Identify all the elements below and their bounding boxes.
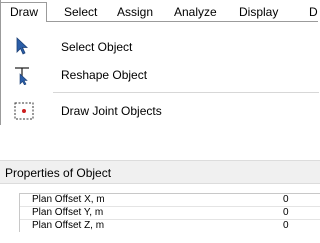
draw-dropdown-menu: Select Object Reshape Object Draw Joint … (0, 21, 319, 125)
property-value[interactable]: 0 (283, 220, 289, 232)
menu-assign[interactable]: Assign (117, 5, 153, 20)
properties-header: Properties of Object (0, 160, 320, 184)
properties-title: Properties of Object (5, 166, 112, 180)
property-value[interactable]: 0 (283, 207, 289, 219)
reshape-pointer-icon (13, 65, 35, 86)
properties-panel: Properties of Object Plan Offset X, m 0 … (0, 160, 320, 243)
property-name: Plan Offset X, m (32, 194, 105, 205)
property-row[interactable]: Plan Offset Y, m 0 (20, 206, 320, 219)
menu-display[interactable]: Display (239, 5, 278, 20)
menu-item-select-object[interactable]: Select Object (1, 34, 319, 60)
menu-item-label: Draw Joint Objects (61, 104, 162, 118)
menu-bar: Draw Select Assign Analyze Display D (0, 2, 320, 22)
property-row[interactable]: Plan Offset Z, m 0 (20, 219, 320, 232)
pointer-arrow-icon (13, 37, 35, 57)
property-name: Plan Offset Z, m (32, 220, 105, 231)
menu-item-reshape-object[interactable]: Reshape Object (1, 62, 319, 88)
menu-design[interactable]: D (309, 5, 318, 20)
menu-item-label: Select Object (61, 40, 133, 54)
menu-select[interactable]: Select (64, 5, 97, 20)
properties-grid: Plan Offset X, m 0 Plan Offset Y, m 0 Pl… (19, 193, 320, 232)
property-value[interactable]: 0 (283, 194, 289, 206)
joint-object-icon (13, 101, 35, 121)
menu-draw[interactable]: Draw (0, 2, 48, 22)
property-row[interactable]: Plan Offset X, m 0 (20, 193, 320, 206)
property-name: Plan Offset Y, m (32, 207, 104, 218)
menu-analyze[interactable]: Analyze (174, 5, 217, 20)
menu-item-label: Reshape Object (61, 68, 148, 82)
menu-separator (53, 92, 319, 93)
menu-item-draw-joint-objects[interactable]: Draw Joint Objects (1, 98, 319, 124)
